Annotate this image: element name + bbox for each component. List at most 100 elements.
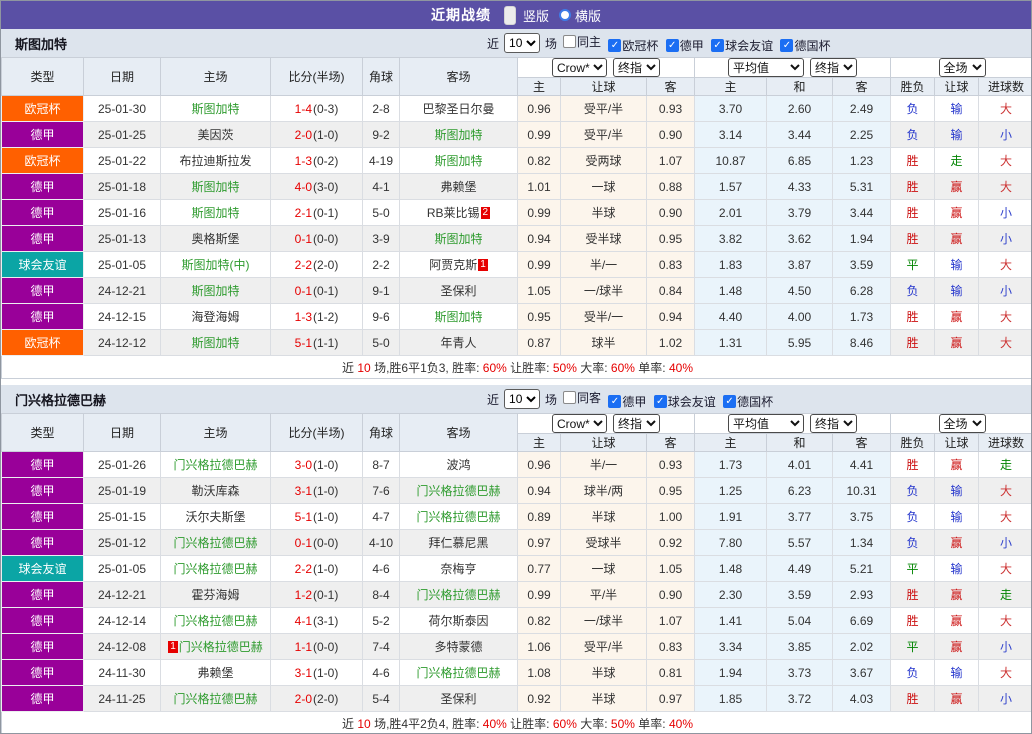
home-team-cell: 斯图加特(中) [160,251,271,278]
fulltime-select[interactable]: 全场 [938,414,986,433]
away-team-cell: 门兴格拉德巴赫 [399,503,518,530]
match-date: 25-01-22 [83,147,161,174]
league-filter-checkbox[interactable]: 德甲 [665,37,704,54]
away-team-cell: 阿贾克斯 1 [399,251,518,278]
league-badge: 球会友谊 [1,555,84,582]
home-team-cell: 海登海姆 [160,303,271,330]
away-odds: 1.00 [645,503,696,530]
checkbox-box[interactable] [608,394,622,408]
halftime-score: (0-2) [313,153,339,168]
score-cell: 0-1(0-0) [270,529,363,556]
match-count-select[interactable]: 10 [504,33,541,53]
result-handicap: 赢 [934,225,980,252]
away-team-cell: 波鸿 [399,451,518,478]
league-filter-checkbox[interactable]: 球会友谊 [653,393,716,410]
avg-away-odds: 1.34 [832,529,892,556]
summary-part: 单率: [638,716,666,731]
avg-home-odds: 3.70 [694,95,768,122]
checkbox-box[interactable] [665,38,679,52]
checkbox-box[interactable] [608,38,622,52]
checkbox-box[interactable] [711,38,725,52]
avg-home-odds: 1.83 [694,251,768,278]
odds-final-select[interactable]: 终指 [613,58,660,77]
home-team-name: 勒沃库森 [191,484,240,498]
avg-select[interactable]: 平均值 [728,58,805,77]
avg-draw-odds: 6.23 [766,477,834,504]
league-filter-checkbox[interactable]: 德国杯 [780,37,830,54]
results-table: 类型 日期 主场 比分(半场) 角球 客场 Crow*终指 平均值终指 全场 [1,57,1031,379]
odds-company-select[interactable]: Crow* [552,58,607,77]
section-moenchengladbach: 门兴格拉德巴赫 近 10 场 同客 德甲 球会友谊 德国杯 类型 日期 [1,385,1031,733]
result-winloss: 负 [890,121,936,148]
result-handicap: 赢 [934,633,980,660]
radio-selected-icon[interactable] [503,5,516,25]
home-team-cell: 门兴格拉德巴赫 [160,529,271,556]
league-filter-checkbox[interactable]: 球会友谊 [711,37,773,54]
odds-company-select[interactable]: Crow* [552,414,607,433]
summary-part: 场,胜6平1负3, 胜率: [374,360,480,375]
checkbox-box[interactable] [563,34,577,48]
filter-bar: 门兴格拉德巴赫 近 10 场 同客 德甲 球会友谊 德国杯 [1,385,1031,413]
col-header-handicap: 让球 [560,433,647,452]
table-row: 德甲 25-01-25 美因茨 2-0(1-0) 9-2 斯图加特 0.99 受… [1,121,1031,148]
checkbox-box[interactable] [653,394,667,408]
score-cell: 2-0(2-0) [270,685,363,712]
match-date: 24-12-21 [83,581,161,608]
odds-final-select[interactable]: 终指 [613,414,660,433]
recent-results-panel: 近期战绩 竖版 横版 斯图加特 近 10 场 同主 欧冠杯 德甲 球会友谊 德国… [0,0,1032,734]
score-cell: 4-0(3-0) [270,173,363,200]
checkbox-box[interactable] [563,390,577,404]
result-winloss: 平 [890,555,936,582]
handicap-line: 受平/半 [560,633,647,660]
home-team-cell: 沃尔夫斯堡 [160,503,271,530]
table-row: 球会友谊 25-01-05 门兴格拉德巴赫 2-2(1-0) 4-6 奈梅亨 0… [1,555,1031,582]
result-goals: 大 [978,477,1031,504]
league-filter-checkbox[interactable]: 德国杯 [723,393,773,410]
match-date: 25-01-25 [83,121,161,148]
score-cell: 1-3(0-2) [270,147,363,174]
away-team-cell: 年青人 [399,329,518,356]
avg-final-select[interactable]: 终指 [810,58,858,77]
radio-unselected-icon[interactable] [559,9,571,21]
away-odds: 0.83 [645,633,696,660]
avg-final-select[interactable]: 终指 [810,414,858,433]
col-header-handicap-result: 让球 [934,77,980,96]
result-goals: 走 [978,451,1031,478]
fulltime-select[interactable]: 全场 [938,58,986,77]
home-team-cell: 霍芬海姆 [160,581,271,608]
away-team-cell: 斯图加特 [399,147,518,174]
result-goals: 大 [978,251,1031,278]
corners-cell: 9-6 [362,303,400,330]
summary-text: 近 10 场,胜6平1负3, 胜率: 60% 让胜率: 50% 大率: 60% … [342,361,693,375]
result-winloss: 胜 [890,451,936,478]
layout-radio-vertical[interactable]: 竖版 [501,5,549,25]
checkbox-box[interactable] [780,38,794,52]
league-filter-checkbox[interactable]: 同客 [563,389,601,406]
handicap-line: 半/一 [560,251,647,278]
checkbox-label: 德甲 [679,38,704,53]
score-cell: 4-1(3-1) [270,607,363,634]
avg-select[interactable]: 平均值 [728,414,805,433]
result-goals: 大 [978,503,1031,530]
match-date: 24-12-08 [83,633,161,660]
layout-radio-horizontal[interactable]: 横版 [559,6,601,25]
table-row: 德甲 24-11-25 门兴格拉德巴赫 2-0(2-0) 5-4 圣保利 0.9… [1,685,1031,712]
away-team-cell: 门兴格拉德巴赫 [399,581,518,608]
score-cell: 5-1(1-0) [270,503,363,530]
col-header-handicap-result: 让球 [934,433,980,452]
halftime-score: (3-0) [313,179,339,194]
home-team-name: 斯图加特 [191,180,240,194]
halftime-score: (0-1) [313,283,339,298]
away-team-cell: 门兴格拉德巴赫 [399,477,518,504]
result-handicap: 输 [934,477,980,504]
league-filter-checkbox[interactable]: 德甲 [608,393,646,410]
checkbox-box[interactable] [723,394,737,408]
match-count-select[interactable]: 10 [504,389,541,409]
section-stuttgart: 斯图加特 近 10 场 同主 欧冠杯 德甲 球会友谊 德国杯 类型 日期 [1,29,1031,379]
away-team-cell: 圣保利 [399,685,518,712]
league-filter-checkbox[interactable]: 欧冠杯 [608,37,658,54]
fulltime-score: 2-0 [294,691,312,706]
league-filter-checkbox[interactable]: 同主 [563,33,601,50]
col-header-avg-away: 客 [832,77,892,96]
score-cell: 5-1(1-1) [270,329,363,356]
